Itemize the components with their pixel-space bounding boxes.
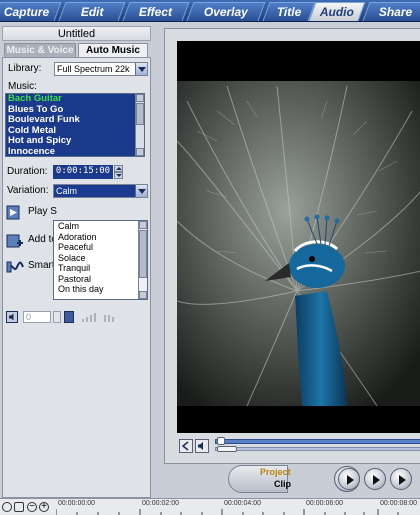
list-item[interactable]: Hot and Spicy: [6, 136, 144, 147]
duration-label: Duration:: [7, 166, 48, 177]
tab-audio-label: Audio: [319, 5, 354, 19]
tab-effect[interactable]: Effect: [122, 2, 190, 21]
list-item[interactable]: On this day: [54, 284, 147, 295]
music-list-scrollbar[interactable]: [135, 94, 144, 156]
timeline-tick: 00:00:06:00: [306, 500, 343, 507]
tab-audio[interactable]: Audio: [308, 2, 366, 21]
options-panel: Untitled Music & Voice Auto Music Librar…: [0, 23, 153, 498]
trim-track[interactable]: [215, 447, 420, 451]
tab-title-label: Title: [276, 5, 302, 19]
play-selected-label: Play S: [28, 206, 57, 217]
list-item[interactable]: Innocence: [6, 146, 144, 157]
go-to-start-button[interactable]: [338, 468, 360, 490]
smart-sound-button[interactable]: Smart: [4, 256, 55, 278]
duration-stepper[interactable]: [114, 165, 123, 179]
speaker-icon[interactable]: [6, 311, 18, 323]
timeline-ruler: − + 00:00:00:00 00:00:02:00 00:00:04:00 …: [0, 498, 420, 515]
variation-value: Calm: [56, 186, 78, 196]
preview-screen: [177, 41, 420, 433]
variation-select[interactable]: Calm: [53, 184, 148, 198]
play-selected-button[interactable]: Play S: [4, 202, 57, 224]
tab-capture-label: Capture: [4, 5, 50, 19]
tab-overlay[interactable]: Overlay: [186, 2, 266, 21]
variation-label: Variation:: [7, 185, 49, 196]
volume-level-icon: [82, 313, 114, 322]
tab-effect-label: Effect: [139, 5, 173, 19]
zoom-fit-icon[interactable]: [2, 502, 12, 512]
add-to-timeline-button[interactable]: Add to: [4, 230, 57, 252]
trim-start-button[interactable]: [179, 439, 193, 453]
timeline-view-icon[interactable]: [14, 502, 24, 512]
timeline-tick: 00:00:04:00: [224, 500, 261, 507]
music-label: Music:: [8, 81, 37, 92]
tab-title[interactable]: Title: [262, 2, 316, 21]
scroll-up-icon[interactable]: [139, 221, 147, 229]
zoom-out-icon[interactable]: −: [27, 502, 37, 512]
next-frame-button[interactable]: [390, 468, 412, 490]
play-music-icon: [6, 205, 20, 220]
speaker-icon: [198, 442, 203, 450]
scroll-up-icon[interactable]: [136, 94, 144, 102]
subtab-music-voice[interactable]: Music & Voice: [4, 43, 76, 57]
tab-overlay-label: Overlay: [203, 5, 248, 19]
preview-controls: [177, 435, 420, 455]
scroll-thumb[interactable]: [136, 103, 144, 125]
add-music-icon: [6, 234, 23, 248]
tab-share[interactable]: Share: [362, 2, 420, 21]
library-select[interactable]: Full Spectrum 22k: [54, 62, 148, 76]
variation-dropdown-list[interactable]: Calm Adoration Peaceful Solace Tranquil …: [53, 220, 148, 300]
duration-field[interactable]: 0:00:15:00: [53, 165, 113, 179]
library-label: Library:: [8, 63, 42, 74]
music-list[interactable]: Bach Guitar Blues To Go Boulevard Funk C…: [5, 93, 145, 157]
smart-label: Smart: [28, 260, 55, 271]
project-title: Untitled: [2, 26, 151, 41]
timeline-ticks: [56, 509, 399, 515]
chevron-down-icon[interactable]: [135, 63, 147, 75]
zoom-in-icon[interactable]: +: [39, 502, 49, 512]
arrow-left-icon: [181, 441, 189, 451]
volume-stepper[interactable]: [53, 311, 61, 323]
list-item[interactable]: Solace: [54, 253, 147, 264]
variation-scrollbar[interactable]: [138, 221, 147, 299]
timeline-tick: 00:00:02:00: [142, 500, 179, 507]
timeline-tick: 00:00:00:00: [58, 500, 95, 507]
preview-panel: [164, 28, 420, 464]
smart-sound-icon: [6, 261, 24, 273]
scroll-thumb[interactable]: [139, 230, 147, 278]
playback-slider-handle[interactable]: [217, 437, 225, 445]
trim-end-button[interactable]: [195, 439, 209, 453]
volume-button[interactable]: [64, 311, 74, 323]
transport-bar: Project Clip: [164, 464, 420, 498]
list-item[interactable]: Peaceful: [54, 242, 147, 253]
chevron-down-icon[interactable]: [135, 185, 147, 197]
previous-frame-button[interactable]: [364, 468, 386, 490]
project-label[interactable]: Project: [260, 467, 291, 477]
list-item[interactable]: Pastoral: [54, 274, 147, 285]
list-item[interactable]: Bach Guitar: [6, 94, 144, 105]
trim-slider-handle[interactable]: [217, 446, 237, 452]
tab-share-label: Share: [379, 5, 413, 19]
main-tab-bar: Capture Edit Effect Overlay Title Audio …: [0, 0, 420, 22]
playback-progress-track[interactable]: [215, 439, 420, 444]
tab-capture[interactable]: Capture: [0, 2, 62, 21]
subtab-auto-music[interactable]: Auto Music: [78, 43, 148, 57]
list-item[interactable]: Calm: [54, 221, 147, 232]
spin-down-icon[interactable]: [114, 172, 123, 179]
list-item[interactable]: Adoration: [54, 232, 147, 243]
spin-up-icon[interactable]: [114, 165, 123, 172]
peacock-image: [177, 41, 420, 433]
clip-label[interactable]: Clip: [274, 479, 291, 489]
library-value: Full Spectrum 22k: [57, 64, 130, 74]
tab-edit-label: Edit: [80, 5, 104, 19]
scroll-down-icon[interactable]: [136, 148, 144, 156]
scroll-down-icon[interactable]: [139, 291, 147, 299]
list-item[interactable]: Tranquil: [54, 263, 147, 274]
list-item[interactable]: Boulevard Funk: [6, 115, 144, 126]
volume-row: 0: [6, 311, 146, 325]
volume-field[interactable]: 0: [23, 311, 51, 323]
timeline-tick: 00:00:08:00: [380, 500, 417, 507]
tab-edit[interactable]: Edit: [58, 2, 126, 21]
